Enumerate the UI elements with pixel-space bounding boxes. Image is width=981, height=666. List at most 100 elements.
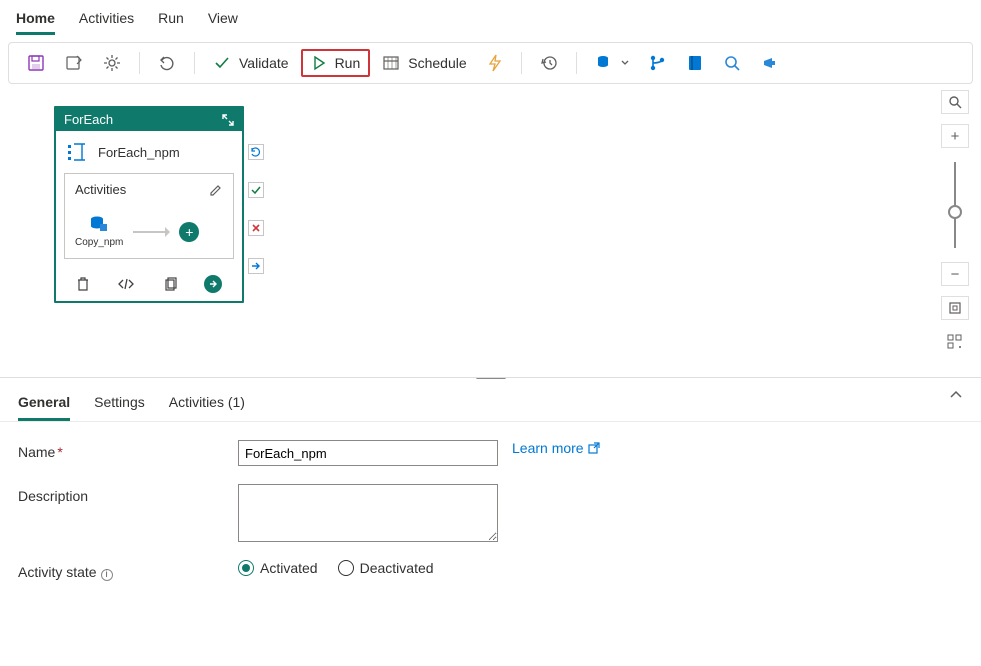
radio-dot (338, 560, 354, 576)
menubar: Home Activities Run View (0, 0, 981, 36)
learn-more-link[interactable]: Learn more (512, 440, 600, 456)
settings-toolbar-button[interactable] (95, 49, 129, 77)
trash-icon (76, 276, 90, 292)
external-link-icon (588, 442, 600, 454)
run-label: Run (335, 55, 361, 71)
fit-icon (948, 301, 962, 315)
branch-icon (649, 54, 667, 72)
menu-view[interactable]: View (208, 6, 238, 35)
schedule-button[interactable]: Schedule (374, 49, 474, 77)
arrow-small-icon (251, 261, 261, 271)
description-label: Description (18, 484, 238, 504)
layout-icon (947, 334, 963, 350)
schedule-label: Schedule (408, 55, 466, 71)
activity-state-label: Activity statei (18, 560, 238, 581)
copy-icon (163, 276, 177, 292)
undo-button[interactable] (150, 49, 184, 77)
canvas-search-button[interactable] (941, 90, 969, 114)
activity-status-handles (248, 144, 264, 274)
validate-label: Validate (239, 55, 289, 71)
undo-icon (158, 54, 176, 72)
general-form: Name* Learn more Description Activity st… (0, 422, 981, 617)
layout-button[interactable] (941, 330, 969, 354)
toolbar-separator (576, 52, 577, 74)
card-header-title: ForEach (64, 112, 113, 127)
tab-activities[interactable]: Activities (1) (169, 390, 245, 421)
database-icon (595, 54, 613, 72)
search-icon (948, 95, 962, 109)
menu-run[interactable]: Run (158, 6, 184, 35)
menu-activities[interactable]: Activities (79, 6, 134, 35)
description-input[interactable] (238, 484, 498, 542)
properties-tabs: General Settings Activities (1) (0, 382, 981, 422)
clone-button[interactable] (163, 276, 177, 292)
collapse-panel-button[interactable] (949, 390, 963, 400)
fit-button[interactable] (941, 296, 969, 320)
skip-icon (251, 147, 261, 157)
card-activities-box[interactable]: Activities Copy_npm + (64, 173, 234, 259)
add-activity-button[interactable]: + (179, 222, 199, 242)
branch-button[interactable] (641, 49, 675, 77)
expand-icon[interactable] (222, 114, 234, 126)
code-button[interactable] (117, 277, 135, 291)
card-activities-header: Activities (75, 182, 223, 197)
activities-label: Activities (75, 182, 126, 197)
card-activity-name: ForEach_npm (98, 145, 180, 160)
tab-settings[interactable]: Settings (94, 390, 145, 421)
discard-button[interactable] (57, 49, 91, 77)
notebook-button[interactable] (679, 49, 711, 77)
tab-general[interactable]: General (18, 390, 70, 421)
info-icon[interactable]: i (101, 569, 113, 581)
row-activity-state: Activity statei Activated Deactivated (18, 560, 963, 581)
code-icon (117, 277, 135, 291)
card-footer (56, 269, 242, 301)
activity-state-radios: Activated Deactivated (238, 560, 434, 576)
pencil-icon[interactable] (209, 183, 223, 197)
delete-button[interactable] (76, 276, 90, 292)
row-description: Description (18, 484, 963, 542)
check-small-icon (251, 185, 261, 195)
handle-completion[interactable] (248, 258, 264, 274)
search-icon (723, 54, 741, 72)
radio-deactivated[interactable]: Deactivated (338, 560, 434, 576)
copy-data-icon (89, 215, 109, 233)
zoom-slider-thumb[interactable] (948, 205, 962, 219)
validate-button[interactable]: Validate (205, 49, 297, 77)
copy-activity-label: Copy_npm (75, 237, 123, 248)
radio-activated[interactable]: Activated (238, 560, 318, 576)
menu-home[interactable]: Home (16, 6, 55, 35)
name-input[interactable] (238, 440, 498, 466)
book-icon (687, 54, 703, 72)
chevron-up-icon (949, 390, 963, 400)
save-button[interactable] (19, 49, 53, 77)
zoom-slider[interactable] (954, 162, 956, 248)
search-toolbar-button[interactable] (715, 49, 749, 77)
zoom-out-button[interactable]: − (941, 262, 969, 286)
toolbar: Validate Run Schedule (8, 42, 973, 84)
play-icon (311, 55, 327, 71)
run-button[interactable]: Run (301, 49, 371, 77)
handle-skip[interactable] (248, 144, 264, 160)
data-source-button[interactable] (587, 49, 637, 77)
row-name: Name* Learn more (18, 440, 963, 466)
history-button[interactable] (532, 49, 566, 77)
check-icon (213, 54, 231, 72)
radio-dot (238, 560, 254, 576)
handle-failure[interactable] (248, 220, 264, 236)
calendar-icon (382, 54, 400, 72)
open-button[interactable] (204, 275, 222, 293)
handle-success[interactable] (248, 182, 264, 198)
zoom-in-button[interactable]: + (941, 124, 969, 148)
card-header: ForEach (56, 108, 242, 131)
flow-arrow (133, 231, 169, 233)
announce-button[interactable] (753, 49, 787, 77)
toolbar-separator (139, 52, 140, 74)
trigger-button[interactable] (479, 49, 511, 77)
save-icon (27, 54, 45, 72)
pipeline-canvas[interactable]: ForEach ForEach_npm Activities Copy_npm … (0, 84, 981, 378)
copy-activity-mini[interactable]: Copy_npm (75, 215, 123, 248)
discard-icon (65, 54, 83, 72)
card-title-row: ForEach_npm (56, 131, 242, 169)
canvas-zoom-controls: + − (939, 84, 971, 377)
foreach-activity-card[interactable]: ForEach ForEach_npm Activities Copy_npm … (54, 106, 244, 303)
